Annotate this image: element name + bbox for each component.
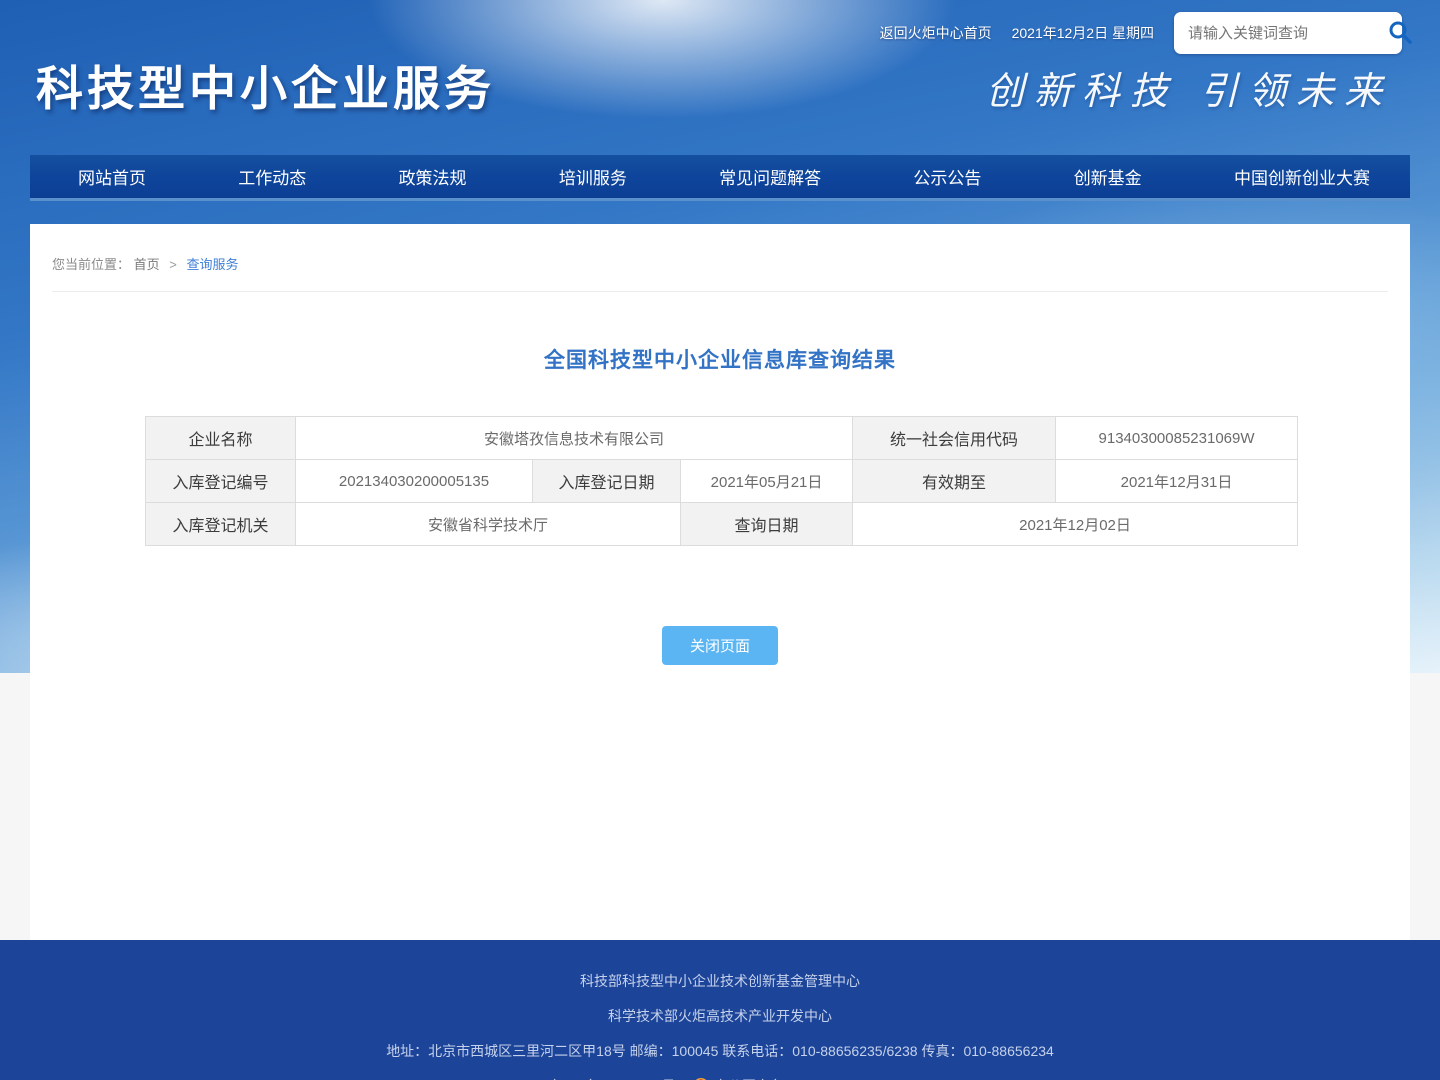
query-date-label: 查询日期: [681, 503, 853, 546]
credit-code-label: 统一社会信用代码: [853, 417, 1056, 460]
nav-item-training[interactable]: 培训服务: [559, 164, 627, 189]
search-input[interactable]: [1188, 25, 1387, 42]
query-result-table: 企业名称 安徽塔孜信息技术有限公司 统一社会信用代码 9134030008523…: [145, 416, 1298, 546]
site-logo[interactable]: 科技型中小企业服务: [36, 50, 495, 119]
breadcrumb-prefix: 您当前位置：: [52, 257, 130, 272]
table-row: 入库登记机关 安徽省科学技术厅 查询日期 2021年12月02日: [146, 503, 1298, 546]
company-name-label: 企业名称: [146, 417, 296, 460]
nav-item-competition[interactable]: 中国创新创业大赛: [1234, 164, 1370, 189]
valid-until-value: 2021年12月31日: [1056, 460, 1298, 503]
nav-item-work-news[interactable]: 工作动态: [238, 164, 306, 189]
return-torch-home-link[interactable]: 返回火炬中心首页: [880, 23, 992, 43]
site-slogan: 创新科技 引领未来: [986, 60, 1392, 115]
nav-item-faq[interactable]: 常见问题解答: [719, 164, 821, 189]
search-button[interactable]: [1387, 18, 1413, 48]
nav-item-innovation-fund[interactable]: 创新基金: [1074, 164, 1142, 189]
valid-until-label: 有效期至: [853, 460, 1056, 503]
company-name-value: 安徽塔孜信息技术有限公司: [296, 417, 853, 460]
registration-date-label: 入库登记日期: [533, 460, 681, 503]
breadcrumb-home-link[interactable]: 首页: [134, 257, 160, 272]
police-record-link[interactable]: 京公网安备11010202007048: [714, 1076, 892, 1080]
footer-org-line2: 科学技术部火炬高技术产业开发中心: [0, 1006, 1440, 1026]
footer-org-line1: 科技部科技型中小企业技术创新基金管理中心: [0, 971, 1440, 991]
table-row: 企业名称 安徽塔孜信息技术有限公司 统一社会信用代码 9134030008523…: [146, 417, 1298, 460]
search-box: [1174, 12, 1402, 54]
close-page-button[interactable]: 关闭页面: [662, 626, 778, 665]
site-footer: 科技部科技型中小企业技术创新基金管理中心 科学技术部火炬高技术产业开发中心 地址…: [0, 940, 1440, 1080]
nav-item-home[interactable]: 网站首页: [78, 164, 146, 189]
registration-date-value: 2021年05月21日: [681, 460, 853, 503]
nav-item-policies[interactable]: 政策法规: [399, 164, 467, 189]
table-row: 入库登记编号 202134030200005135 入库登记日期 2021年05…: [146, 460, 1298, 503]
registration-number-value: 202134030200005135: [296, 460, 533, 503]
icp-record-link[interactable]: 京ICP备13019302号-1: [548, 1076, 688, 1080]
nav-item-announcements[interactable]: 公示公告: [913, 164, 981, 189]
main-navigation: 网站首页 工作动态 政策法规 培训服务 常见问题解答 公示公告 创新基金 中国创…: [30, 155, 1410, 201]
breadcrumb-current-link[interactable]: 查询服务: [187, 257, 239, 272]
footer-record-line: 京ICP备13019302号-1 京公网安备11010202007048: [0, 1076, 1440, 1080]
credit-code-value: 91340300085231069W: [1056, 417, 1298, 460]
query-date-value: 2021年12月02日: [853, 503, 1298, 546]
registration-agency-value: 安徽省科学技术厅: [296, 503, 681, 546]
breadcrumb-separator: >: [169, 257, 177, 272]
registration-agency-label: 入库登记机关: [146, 503, 296, 546]
registration-number-label: 入库登记编号: [146, 460, 296, 503]
content-card: 您当前位置： 首页 > 查询服务 全国科技型中小企业信息库查询结果 企业名称 安…: [30, 224, 1410, 940]
search-icon: [1387, 19, 1413, 48]
page-title: 全国科技型中小企业信息库查询结果: [30, 344, 1410, 374]
current-date: 2021年12月2日 星期四: [1012, 23, 1154, 43]
breadcrumb: 您当前位置： 首页 > 查询服务: [52, 224, 1388, 292]
topbar: 返回火炬中心首页 2021年12月2日 星期四: [880, 12, 1402, 54]
footer-contact-line: 地址：北京市西城区三里河二区甲18号 邮编：100045 联系电话：010-88…: [0, 1041, 1440, 1061]
site-header: 返回火炬中心首页 2021年12月2日 星期四 科技型中小企业服务 创新科技 引…: [0, 0, 1440, 155]
